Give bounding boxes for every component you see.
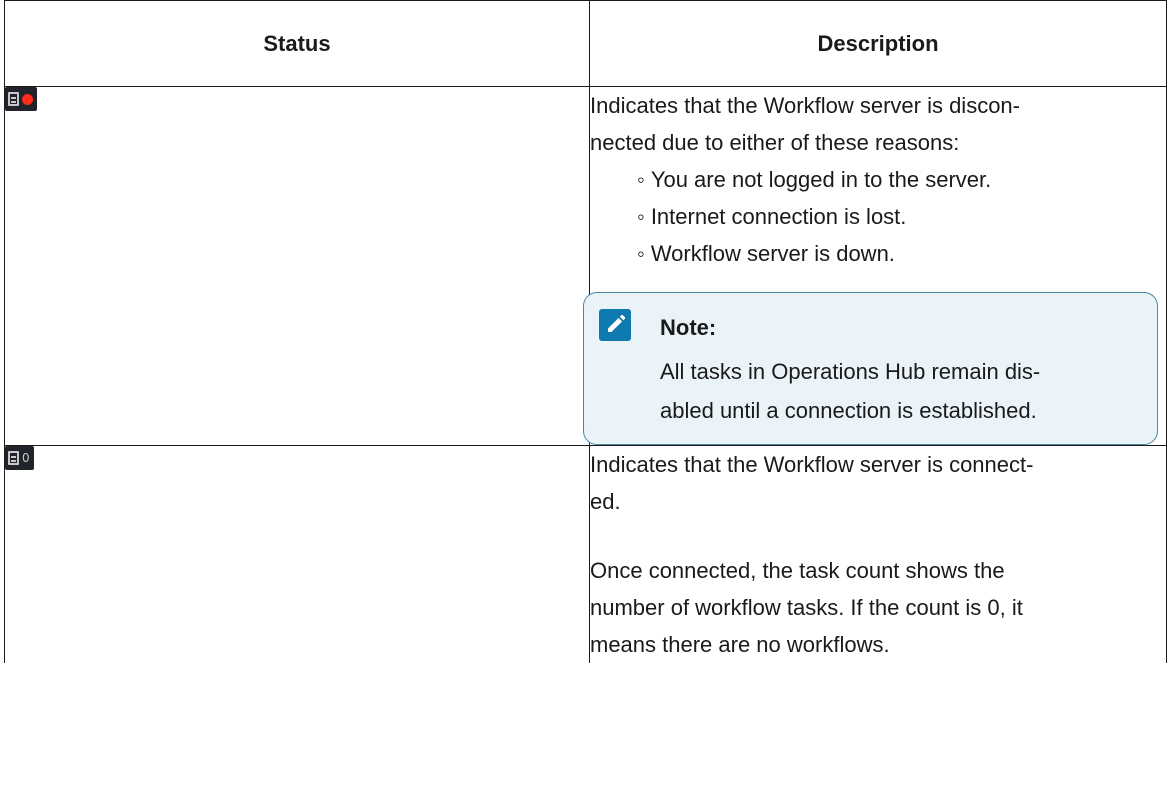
note-line: All tasks in Operations Hub remain dis- xyxy=(660,359,1041,384)
list-item: You are not logged in to the server. xyxy=(637,161,1166,198)
description-paragraph: Once connected, the task count shows the… xyxy=(590,552,1166,663)
status-table: Status Description Indicates that the Wo… xyxy=(4,0,1167,663)
connected-status-icon: 0 xyxy=(5,446,34,470)
status-cell xyxy=(4,86,590,446)
note-line: abled until a connection is established. xyxy=(660,398,1037,423)
description-column-header: Description xyxy=(589,0,1167,87)
description-line: nected due to either of these reasons: xyxy=(590,130,960,155)
note-box: Note: All tasks in Operations Hub remain… xyxy=(583,292,1158,445)
description-line: means there are no workflows. xyxy=(590,632,890,657)
disconnected-status-icon xyxy=(5,87,37,111)
description-line: Indicates that the Workflow server is co… xyxy=(590,452,1034,477)
table-row: Indicates that the Workflow server is di… xyxy=(4,86,1167,446)
server-icon xyxy=(8,451,19,465)
description-cell: Indicates that the Workflow server is di… xyxy=(583,86,1167,446)
status-cell: 0 xyxy=(4,445,590,663)
red-dot-icon xyxy=(22,93,33,105)
description-line: Once connected, the task count shows the xyxy=(590,558,1005,583)
note-body: All tasks in Operations Hub remain dis- … xyxy=(660,352,1150,430)
list-item: Workflow server is down. xyxy=(637,235,1166,272)
status-column-header: Status xyxy=(4,0,590,87)
reasons-list: You are not logged in to the server. Int… xyxy=(590,161,1166,272)
description-cell: Indicates that the Workflow server is co… xyxy=(589,445,1167,663)
table-row: 0 Indicates that the Workflow server is … xyxy=(4,445,1167,663)
server-icon xyxy=(8,92,19,106)
note-title: Note: xyxy=(660,315,717,340)
description-line: number of workflow tasks. If the count i… xyxy=(590,595,1023,620)
table-header-row: Status Description xyxy=(4,0,1167,87)
description-line: Indicates that the Workflow server is di… xyxy=(590,93,1020,118)
description-line: ed. xyxy=(590,489,621,514)
task-count: 0 xyxy=(22,451,30,465)
list-item: Internet connection is lost. xyxy=(637,198,1166,235)
pencil-icon xyxy=(599,309,631,341)
